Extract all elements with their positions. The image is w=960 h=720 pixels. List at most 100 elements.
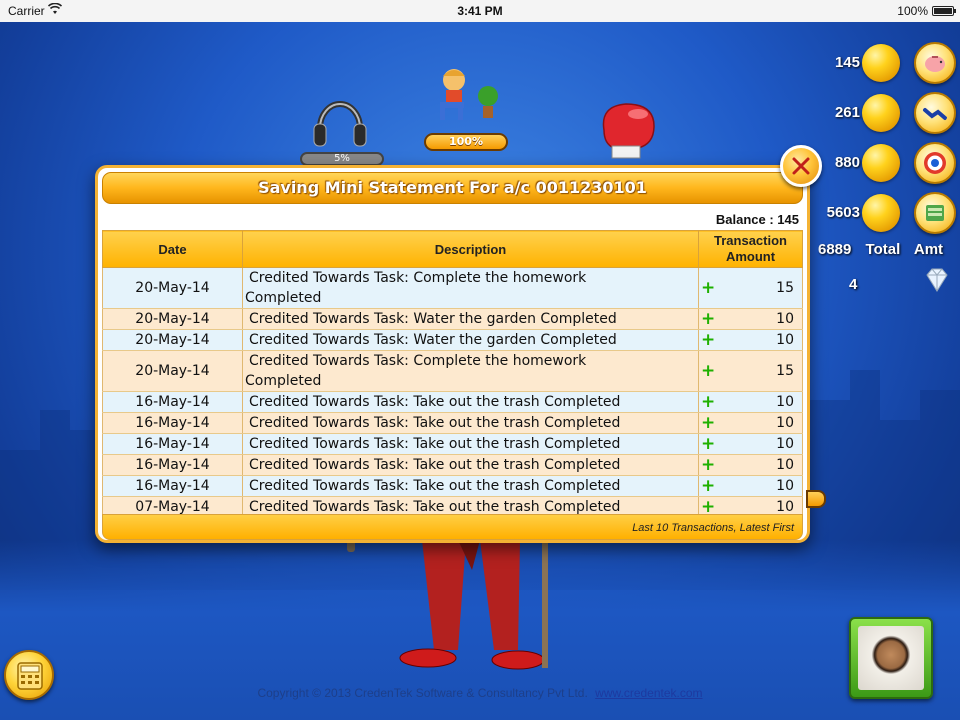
- coin-icon: [862, 44, 900, 82]
- plus-icon: +: [701, 330, 716, 350]
- battery-percent: 100%: [897, 4, 928, 18]
- status-bar: Carrier 3:41 PM 100%: [0, 0, 960, 22]
- piggy-bank-icon[interactable]: [914, 42, 956, 84]
- diamond-icon: [926, 268, 948, 292]
- stat-row-savings: 145: [810, 42, 960, 86]
- headphone-icon[interactable]: [312, 88, 368, 150]
- mini-statement-dialog: Saving Mini Statement For a/c 0011230101…: [95, 165, 810, 543]
- row-description: Credited Towards Task: Water the garden …: [242, 329, 699, 351]
- clock: 3:41 PM: [457, 4, 503, 18]
- row-date: 16-May-14: [102, 454, 243, 476]
- amount-value: 10: [776, 394, 794, 410]
- coin-icon: [862, 144, 900, 182]
- desc-line1: Credited Towards Task: Water the garden …: [249, 332, 617, 348]
- row-amount: +15: [698, 350, 803, 392]
- amount-value: 10: [776, 457, 794, 473]
- desc-line1: Credited Towards Task: Complete the home…: [249, 270, 587, 286]
- table-row: 20-May-14 Credited Towards Task: Water t…: [102, 329, 803, 351]
- total-label: Total: [865, 241, 901, 258]
- character-legs: [399, 540, 548, 670]
- table-row: 20-May-14 Credited Towards Task: Complet…: [102, 267, 803, 309]
- col-description: Description: [242, 230, 699, 268]
- coin-icon: [862, 194, 900, 232]
- col-date: Date: [102, 230, 243, 268]
- row-amount: +10: [698, 475, 803, 497]
- plus-icon: +: [701, 278, 716, 298]
- table-row: 16-May-14 Credited Towards Task: Take ou…: [102, 391, 803, 413]
- row-date: 20-May-14: [102, 350, 243, 392]
- gardening-boy-icon[interactable]: [432, 66, 502, 128]
- row-description: Credited Towards Task: Take out the tras…: [242, 454, 699, 476]
- table-header: Date Description Transaction Amount: [102, 230, 803, 268]
- amount-value: 15: [776, 280, 794, 296]
- desc-line1: Credited Towards Task: Take out the tras…: [249, 394, 621, 410]
- handshake-icon[interactable]: [914, 92, 956, 134]
- table-row: 16-May-14 Credited Towards Task: Take ou…: [102, 454, 803, 476]
- dialog-title: Saving Mini Statement For a/c 0011230101: [102, 172, 803, 204]
- row-description: Credited Towards Task: Take out the tras…: [242, 412, 699, 434]
- desc-line2: Completed: [245, 373, 322, 389]
- cash-stack-icon[interactable]: [914, 192, 956, 234]
- row-amount: +10: [698, 454, 803, 476]
- desc-line1: Credited Towards Task: Complete the home…: [249, 353, 587, 369]
- battery-icon: [932, 6, 956, 16]
- close-icon: [792, 157, 810, 175]
- desc-line1: Credited Towards Task: Take out the tras…: [249, 499, 621, 515]
- amount-value: 15: [776, 363, 794, 379]
- plus-icon: +: [701, 455, 716, 475]
- row-amount: +10: [698, 433, 803, 455]
- boxing-glove-icon[interactable]: [594, 100, 662, 160]
- stat-value: 145: [834, 54, 860, 71]
- amount-value: 10: [776, 415, 794, 431]
- table-row: 20-May-14 Credited Towards Task: Complet…: [102, 350, 803, 392]
- plus-icon: +: [701, 434, 716, 454]
- row-description: Credited Towards Task: Take out the tras…: [242, 433, 699, 455]
- row-amount: +10: [698, 308, 803, 330]
- row-date: 16-May-14: [102, 412, 243, 434]
- coin-icon: [862, 94, 900, 132]
- row-date: 20-May-14: [102, 329, 243, 351]
- headphone-progress: 5%: [300, 152, 384, 166]
- row-description: Credited Towards Task: Take out the tras…: [242, 475, 699, 497]
- boy-progress: 100%: [424, 133, 508, 151]
- total-row: 6889 Total Amt: [818, 241, 953, 258]
- plus-icon: +: [701, 309, 716, 329]
- desc-line1: Credited Towards Task: Take out the tras…: [249, 436, 621, 452]
- stat-row-cash: 5603: [810, 192, 960, 236]
- website-link[interactable]: www.credentek.com: [595, 686, 702, 700]
- stat-value: 261: [834, 104, 860, 121]
- desc-line1: Credited Towards Task: Take out the tras…: [249, 415, 621, 431]
- row-date: 16-May-14: [102, 391, 243, 413]
- amt-label: Amt: [913, 241, 944, 258]
- desc-line1: Credited Towards Task: Take out the tras…: [249, 457, 621, 473]
- row-description: Credited Towards Task: Water the garden …: [242, 308, 699, 330]
- table-row: 20-May-14 Credited Towards Task: Water t…: [102, 308, 803, 330]
- amount-value: 10: [776, 436, 794, 452]
- row-date: 20-May-14: [102, 267, 243, 309]
- row-date: 20-May-14: [102, 308, 243, 330]
- plus-icon: +: [701, 392, 716, 412]
- avatar: [858, 626, 924, 690]
- transactions-table: Date Description Transaction Amount 20-M…: [102, 230, 803, 518]
- row-description: Credited Towards Task: Complete the home…: [242, 350, 699, 392]
- plus-icon: +: [701, 476, 716, 496]
- copyright-text: Copyright © 2013 CredenTek Software & Co…: [257, 686, 588, 700]
- table-footer-note: Last 10 Transactions, Latest First: [102, 514, 803, 540]
- desc-line2: Completed: [245, 290, 322, 306]
- target-icon[interactable]: [914, 142, 956, 184]
- desc-line1: Credited Towards Task: Water the garden …: [249, 311, 617, 327]
- row-amount: +10: [698, 329, 803, 351]
- row-description: Credited Towards Task: Take out the tras…: [242, 391, 699, 413]
- amount-value: 10: [776, 332, 794, 348]
- table-row: 16-May-14 Credited Towards Task: Take ou…: [102, 412, 803, 434]
- amount-value: 10: [776, 499, 794, 515]
- row-description: Credited Towards Task: Complete the home…: [242, 267, 699, 309]
- close-button[interactable]: [780, 145, 822, 187]
- plus-icon: +: [701, 413, 716, 433]
- desc-line1: Credited Towards Task: Take out the tras…: [249, 478, 621, 494]
- table-row: 16-May-14 Credited Towards Task: Take ou…: [102, 433, 803, 455]
- copyright-footer: Copyright © 2013 CredenTek Software & Co…: [0, 686, 960, 700]
- row-amount: +10: [698, 391, 803, 413]
- stat-row-goals: 880: [810, 142, 960, 186]
- amount-value: 10: [776, 311, 794, 327]
